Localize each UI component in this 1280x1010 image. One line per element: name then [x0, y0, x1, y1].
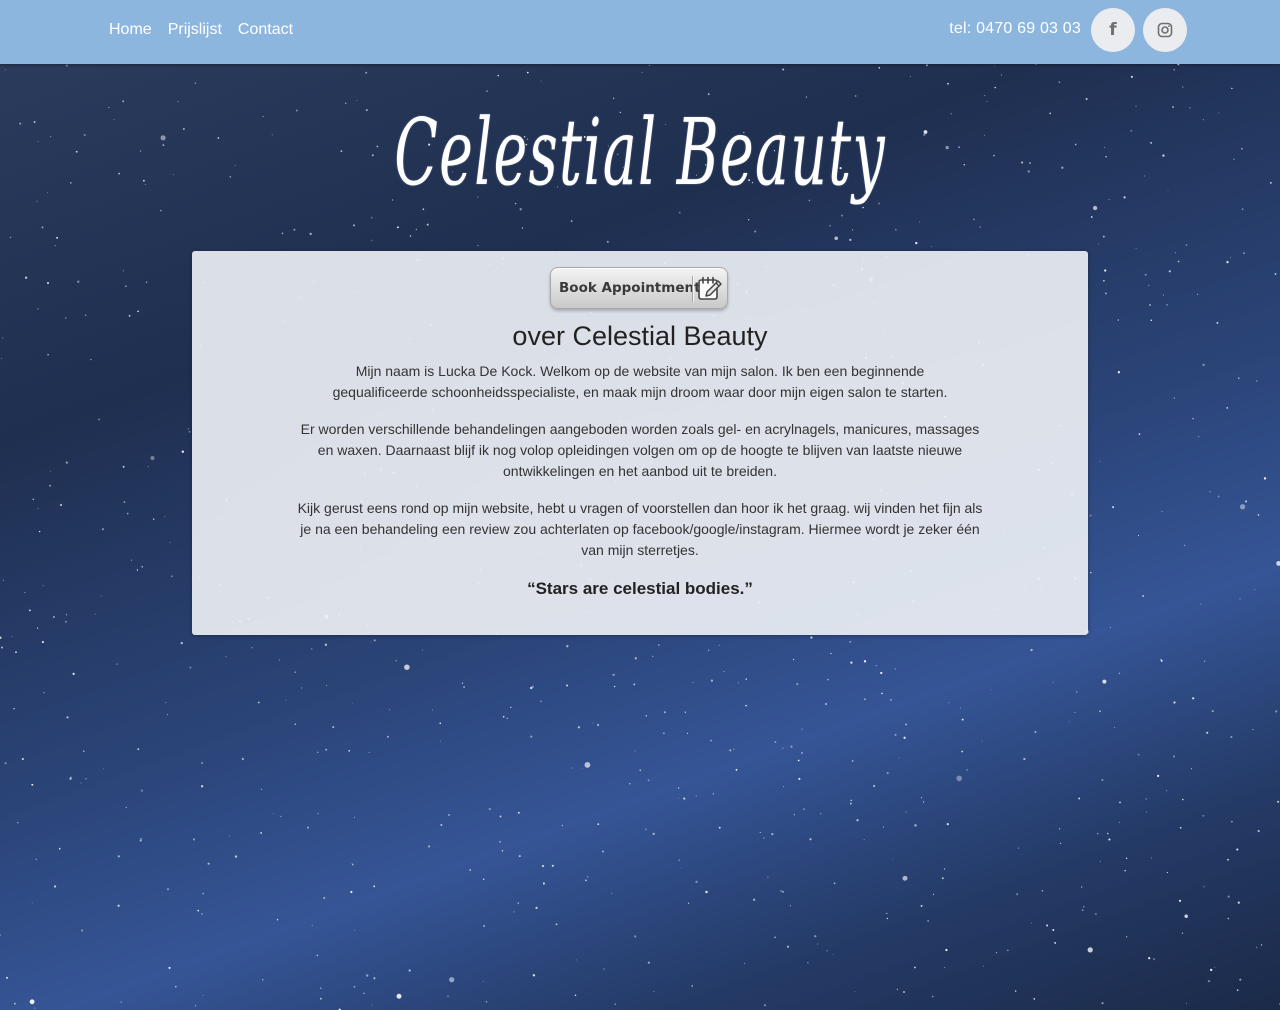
quote-text: “Stars are celestial bodies.” — [527, 579, 753, 598]
facebook-button[interactable]: f — [1091, 8, 1135, 52]
book-appointment-button[interactable]: Book Appointment — [550, 267, 728, 309]
book-appointment-label: Book Appointment — [559, 280, 701, 296]
about-card: Book Appointment over Celestial Beauty M… — [192, 251, 1088, 635]
phone-number: tel: 0470 69 03 03 — [949, 20, 1081, 37]
about-paragraph-review: Kijk gerust eens rond op mijn website, h… — [297, 500, 983, 558]
top-navbar: Home Prijslijst Contact tel: 0470 69 03 … — [0, 0, 1280, 64]
calendar-edit-icon — [698, 276, 722, 300]
instagram-icon — [1157, 22, 1173, 38]
button-divider — [692, 276, 693, 302]
about-title: over Celestial Beauty — [512, 321, 768, 351]
about-paragraph-treatments: Er worden verschillende behandelingen aa… — [300, 421, 980, 479]
nav-link-prijslijst[interactable]: Prijslijst — [168, 21, 222, 39]
nav-link-home[interactable]: Home — [109, 21, 152, 39]
site-logo: Celestial Beauty — [394, 99, 886, 206]
instagram-button[interactable] — [1143, 8, 1187, 52]
about-paragraph-intro: Mijn naam is Lucka De Kock. Welkom op de… — [332, 363, 948, 400]
facebook-icon: f — [1109, 20, 1117, 40]
nav-menu: Home Prijslijst Contact — [109, 21, 293, 39]
nav-link-contact[interactable]: Contact — [238, 21, 293, 39]
